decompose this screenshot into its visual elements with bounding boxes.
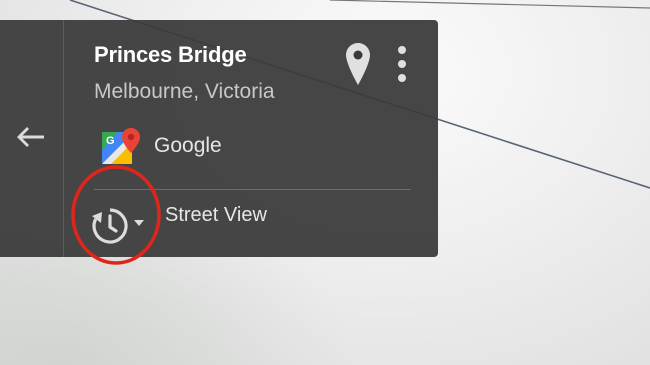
place-location: Melbourne, Victoria	[94, 80, 275, 103]
location-info-card: Princes Bridge Melbourne, Victoria G Goo…	[0, 20, 438, 257]
svg-text:G: G	[106, 135, 115, 147]
more-vertical-icon[interactable]	[395, 46, 409, 82]
street-view-label: Street View	[165, 204, 267, 226]
back-button[interactable]	[0, 20, 64, 257]
red-highlight-ring	[71, 165, 161, 265]
arrow-left-icon	[17, 127, 44, 147]
provider-name: Google	[154, 134, 222, 157]
place-title: Princes Bridge	[94, 42, 247, 67]
location-pin-icon[interactable]	[345, 42, 371, 86]
google-maps-logo-icon: G	[102, 128, 140, 164]
